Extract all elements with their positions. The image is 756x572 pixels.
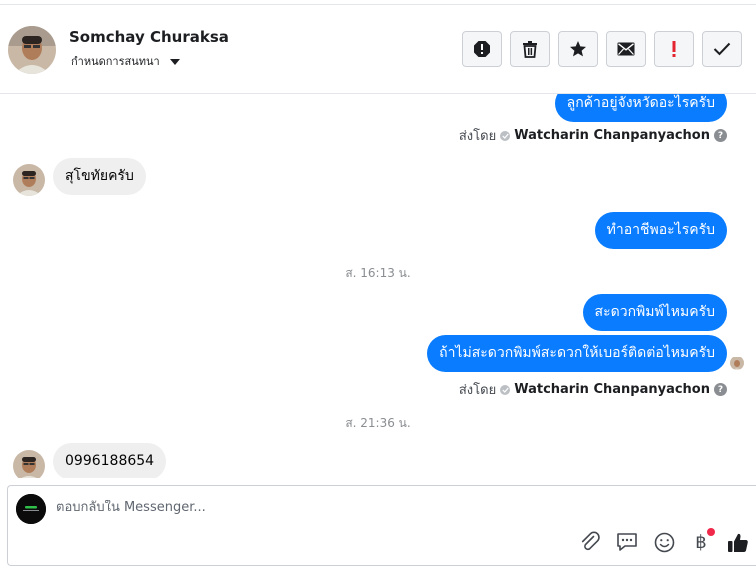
contact-avatar-small[interactable] — [13, 164, 45, 196]
reply-composer: ฿ — [7, 485, 756, 566]
outgoing-message[interactable]: ทำอาชีพอะไรครับ — [594, 212, 727, 249]
incoming-message[interactable]: 0996188654 — [53, 443, 167, 478]
help-icon[interactable]: ? — [714, 129, 727, 142]
star-icon — [570, 41, 586, 57]
saved-reply-icon — [617, 533, 637, 551]
outgoing-message[interactable]: ถ้าไม่สะดวกพิมพ์สะดวกให้เบอร์ติดต่อไหมคร… — [427, 335, 727, 372]
emoji-button[interactable] — [652, 530, 676, 554]
check-icon — [500, 384, 511, 395]
baht-payment-icon: ฿ — [695, 531, 707, 553]
send-like-button[interactable] — [726, 530, 750, 554]
conversation-header: Somchay Churaksa กำหนดการสนทนา — [0, 4, 756, 94]
outgoing-message[interactable]: สะดวกพิมพ์ไหมครับ — [582, 294, 727, 331]
message-timestamp: ส. 21:36 น. — [345, 416, 411, 430]
saved-replies-button[interactable] — [615, 530, 639, 554]
thumbs-up-icon — [728, 533, 748, 552]
done-check-icon — [713, 42, 731, 56]
sent-by-line: ส่งโดย Watcharin Chanpanyachon ? — [459, 125, 727, 146]
outgoing-message[interactable]: ลูกค้าอยู่จังหวัดอะไรครับ — [554, 94, 727, 122]
mark-done-button[interactable] — [702, 31, 742, 67]
attach-button[interactable] — [578, 530, 602, 554]
composer-toolbar: ฿ — [578, 528, 750, 554]
follow-up-icon — [672, 41, 676, 57]
message-timestamp: ส. 16:13 น. — [345, 266, 411, 280]
conversation-settings-dropdown[interactable]: กำหนดการสนทนา — [71, 52, 180, 70]
conversation-toolbar — [462, 31, 742, 67]
seen-receipt-avatar — [730, 356, 744, 370]
paperclip-icon — [581, 531, 600, 551]
trash-icon — [523, 41, 537, 58]
follow-up-button[interactable] — [654, 31, 694, 67]
reply-input[interactable] — [56, 500, 656, 515]
sent-by-label: ส่งโดย — [458, 129, 497, 144]
message-thread[interactable]: ลูกค้าอยู่จังหวัดอะไรครับ ส่งโดย Watchar… — [0, 94, 756, 478]
sent-by-label: ส่งโดย — [458, 383, 497, 398]
sender-name[interactable]: Watcharin Chanpanyachon — [514, 128, 710, 143]
delete-button[interactable] — [510, 31, 550, 67]
contact-name[interactable]: Somchay Churaksa — [69, 28, 229, 46]
sent-by-line: ส่งโดย Watcharin Chanpanyachon ? — [459, 379, 727, 400]
help-icon[interactable]: ? — [714, 383, 727, 396]
sender-name[interactable]: Watcharin Chanpanyachon — [514, 382, 710, 397]
mark-spam-button[interactable] — [462, 31, 502, 67]
payment-button[interactable]: ฿ — [689, 528, 715, 554]
chevron-down-icon — [169, 59, 180, 65]
messenger-conversation-panel: Somchay Churaksa กำหนดการสนทนา ลูกค้าอยู… — [0, 0, 756, 572]
contact-avatar-small[interactable] — [13, 450, 45, 478]
envelope-icon — [617, 42, 635, 56]
contact-avatar[interactable] — [8, 26, 56, 74]
star-button[interactable] — [558, 31, 598, 67]
mark-unread-button[interactable] — [606, 31, 646, 67]
conversation-settings-label: กำหนดการสนทนา — [71, 55, 160, 68]
page-avatar — [16, 494, 46, 524]
incoming-message[interactable]: สุโขทัยครับ — [53, 158, 146, 195]
spam-icon — [474, 41, 490, 57]
notification-dot — [707, 528, 715, 536]
emoji-icon — [654, 532, 674, 552]
check-icon — [500, 130, 511, 141]
